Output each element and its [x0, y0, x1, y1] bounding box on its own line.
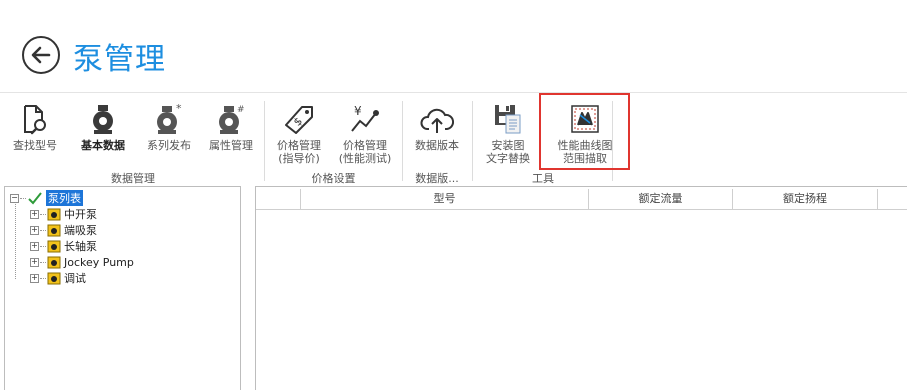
- tree-item-label: 长轴泵: [64, 240, 97, 253]
- price-performance-button[interactable]: ¥ 价格管理 (性能测试): [333, 99, 397, 169]
- svg-text:#: #: [237, 105, 245, 115]
- tree-dots: [20, 197, 26, 199]
- column-header-selector[interactable]: [256, 189, 301, 210]
- series-publish-label: 系列发布: [147, 139, 191, 152]
- price-performance-line1: 价格管理: [343, 139, 387, 152]
- back-button[interactable]: [22, 36, 60, 74]
- price-guide-line2: (指导价): [278, 152, 320, 165]
- tree-dots: [40, 261, 46, 263]
- expand-icon[interactable]: +: [30, 225, 39, 235]
- tree-item[interactable]: + 长轴泵: [30, 238, 97, 254]
- price-guide-label: 价格管理 (指导价): [270, 139, 328, 165]
- pump-star-icon: *: [157, 103, 182, 134]
- series-publish-button[interactable]: * 系列发布: [140, 99, 198, 169]
- attribute-management-button[interactable]: # 属性管理: [202, 99, 260, 169]
- tree-item-label: Jockey Pump: [64, 255, 134, 269]
- group-label-tools: 工具: [532, 172, 554, 185]
- tree-item[interactable]: + 端吸泵: [30, 222, 97, 238]
- find-model-button[interactable]: 查找型号: [6, 99, 64, 169]
- tree-dots: [40, 213, 46, 215]
- folder-pump-icon: [47, 256, 61, 269]
- highlight-box: [539, 93, 630, 170]
- tree-connector-line: [15, 201, 16, 279]
- tree-item-label: 中开泵: [64, 208, 97, 221]
- page-header: 泵管理: [0, 0, 907, 92]
- group-label-price-settings: 价格设置: [311, 172, 356, 185]
- tree-item[interactable]: + 中开泵: [30, 206, 97, 222]
- pump-hash-icon: #: [219, 105, 245, 134]
- grid-header-row: 型号 额定流量 额定扬程: [256, 189, 907, 210]
- expand-icon[interactable]: +: [30, 241, 39, 251]
- svg-text:*: *: [176, 103, 182, 115]
- ribbon-toolbar: 查找型号 基本数据 * 系列发布 # 属性管理 数据管理 $ 价格管理 (指导价…: [0, 92, 907, 186]
- tree-dots: [40, 245, 46, 247]
- folder-pump-icon: [47, 208, 61, 221]
- data-version-button[interactable]: 数据版本: [407, 99, 467, 169]
- install-drawing-line1: 安装图: [491, 139, 525, 152]
- tree-dots: [40, 229, 46, 231]
- folder-pump-icon: [47, 224, 61, 237]
- column-header-model[interactable]: 型号: [301, 189, 589, 210]
- install-drawing-text-replace-button[interactable]: 安装图 文字替换: [478, 99, 538, 169]
- expand-icon[interactable]: +: [30, 257, 39, 267]
- checkmark-icon: [28, 192, 42, 205]
- svg-text:¥: ¥: [354, 104, 362, 118]
- expand-icon[interactable]: +: [30, 209, 39, 219]
- expand-icon[interactable]: +: [30, 273, 39, 283]
- save-document-icon: [495, 105, 521, 134]
- tree-item[interactable]: + Jockey Pump: [30, 254, 134, 270]
- collapse-icon[interactable]: −: [10, 193, 19, 203]
- find-model-label: 查找型号: [13, 139, 57, 152]
- group-separator: [264, 101, 265, 181]
- group-label-data-version: 数据版...: [415, 172, 459, 185]
- price-guide-button[interactable]: $ 价格管理 (指导价): [270, 99, 328, 169]
- install-drawing-label: 安装图 文字替换: [478, 139, 538, 165]
- attribute-management-label: 属性管理: [209, 139, 253, 152]
- tree-dots: [40, 277, 46, 279]
- pump-icon: [93, 105, 113, 134]
- price-chart-icon: ¥: [351, 104, 379, 132]
- tree-root-label: 泵列表: [46, 190, 83, 206]
- basic-data-label: 基本数据: [81, 139, 125, 152]
- price-performance-label: 价格管理 (性能测试): [333, 139, 397, 165]
- page-title: 泵管理: [73, 42, 166, 77]
- price-guide-line1: 价格管理: [277, 139, 321, 152]
- install-drawing-line2: 文字替换: [486, 152, 530, 165]
- group-separator: [472, 101, 473, 181]
- folder-pump-icon: [47, 272, 61, 285]
- tree-item-label: 调试: [64, 272, 86, 285]
- search-document-icon: [24, 105, 46, 135]
- arrow-left-icon: [31, 46, 51, 64]
- group-label-data-management: 数据管理: [111, 172, 155, 185]
- tree-root[interactable]: − 泵列表: [10, 190, 83, 206]
- price-tag-icon: $: [285, 106, 313, 134]
- tree-item[interactable]: + 调试: [30, 270, 86, 286]
- cloud-upload-icon: [420, 108, 454, 133]
- pump-tree-panel: − 泵列表 + 中开泵 + 端吸泵 + 长轴泵 + Jockey Pump + …: [4, 186, 241, 390]
- group-separator: [402, 101, 403, 181]
- data-version-label: 数据版本: [415, 139, 459, 152]
- folder-pump-icon: [47, 240, 61, 253]
- pump-grid: 型号 额定流量 额定扬程: [255, 186, 907, 390]
- price-performance-line2: (性能测试): [338, 152, 392, 165]
- basic-data-button[interactable]: 基本数据: [72, 99, 134, 169]
- tree-item-label: 端吸泵: [64, 224, 97, 237]
- column-header-rated-head[interactable]: 额定扬程: [733, 189, 878, 210]
- column-header-rated-flow[interactable]: 额定流量: [589, 189, 733, 210]
